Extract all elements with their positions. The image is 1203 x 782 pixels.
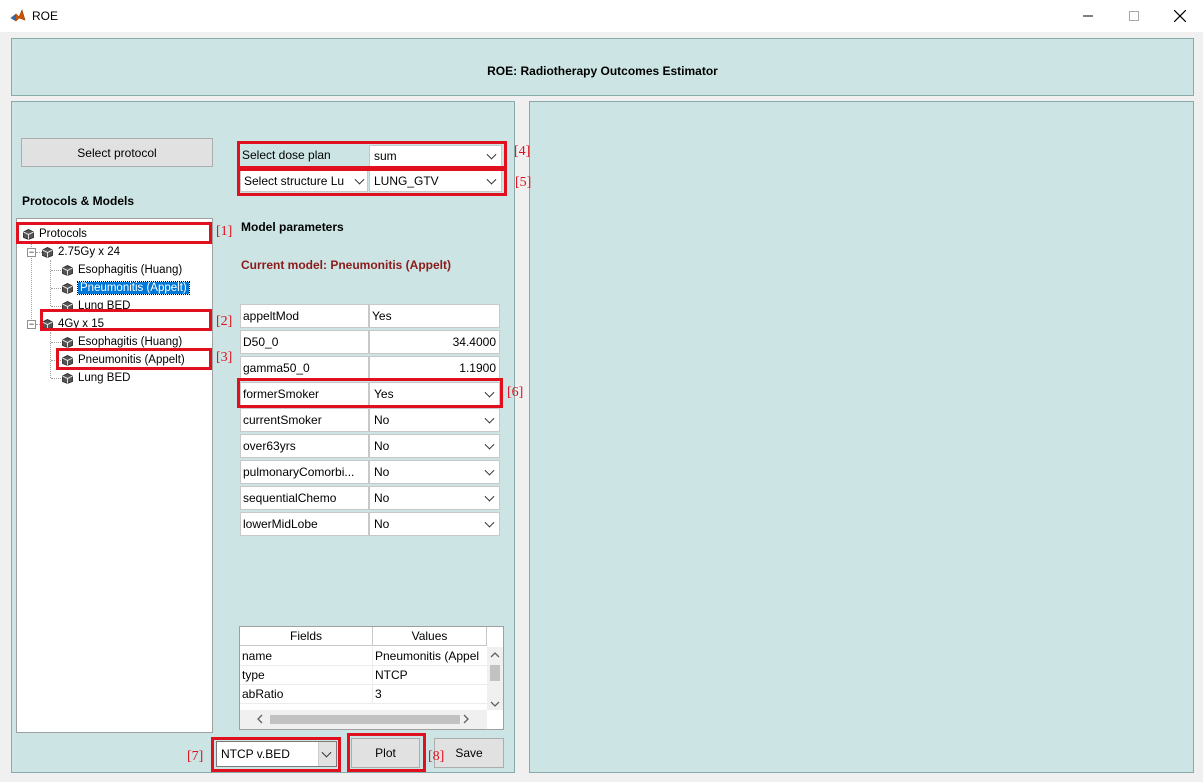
table-cell[interactable]: Pneumonitis (Appel [373, 647, 487, 666]
chevron-down-icon [484, 413, 495, 424]
param-value: No [374, 439, 390, 453]
param-name: gamma50_0 [240, 356, 369, 380]
annotation-label: [7] [187, 749, 204, 764]
chevron-down-icon [484, 465, 495, 476]
maximize-button[interactable] [1111, 0, 1157, 32]
chevron-down-icon [484, 491, 495, 502]
param-sequentialchemo-select[interactable]: No [369, 486, 500, 510]
param-d50-value[interactable]: 34.4000 [369, 330, 500, 354]
table-vertical-scrollbar[interactable] [487, 647, 503, 710]
annotation-label: [3] [216, 350, 233, 365]
app-title: ROE: Radiotherapy Outcomes Estimator [487, 64, 718, 78]
param-pulmonarycomorbidity-select[interactable]: No [369, 460, 500, 484]
param-value: No [374, 465, 390, 479]
param-name: D50_0 [240, 330, 369, 354]
current-model-label: Current model: Pneumonitis (Appelt) [241, 258, 451, 272]
param-name: lowerMidLobe [240, 512, 369, 536]
scroll-down-icon [490, 701, 500, 707]
table-header: Values [373, 627, 487, 646]
annotation-label: [1] [216, 224, 233, 239]
table-cell: type [240, 666, 373, 685]
tree-protocol-1[interactable]: 2.75Gy x 24 [42, 244, 120, 260]
annotation-box [237, 141, 507, 169]
tree-model-esophagitis-1[interactable]: Esophagitis (Huang) [62, 262, 182, 278]
annotation-label: [6] [507, 385, 524, 400]
scroll-up-icon [490, 652, 500, 658]
maximize-icon [1129, 11, 1139, 21]
annotation-label: [4] [514, 144, 531, 159]
select-protocol-button[interactable]: Select protocol [21, 138, 213, 167]
param-name: sequentialChemo [240, 486, 369, 510]
tree-model-label: Esophagitis (Huang) [78, 264, 183, 276]
table-header: Fields [240, 627, 373, 646]
annotation-box [40, 309, 212, 331]
minimize-button[interactable] [1065, 0, 1111, 32]
param-name: over63yrs [240, 434, 369, 458]
annotation-label: [2] [216, 314, 233, 329]
protocol-tree[interactable]: Protocols − 2.75Gy x 24 Esophagitis (Hua… [16, 218, 213, 733]
matlab-app-icon [10, 8, 26, 24]
annotation-box [237, 378, 503, 408]
param-lowermidlobe-select[interactable]: No [369, 512, 500, 536]
tree-model-pneumonitis-1-selected[interactable]: Pneumonitis (Appelt) [62, 280, 190, 296]
param-over63yrs-select[interactable]: No [369, 434, 500, 458]
tree-model-label: Lung BED [78, 372, 131, 384]
annotation-box [237, 168, 507, 196]
param-gamma50-value[interactable]: 1.1900 [369, 356, 500, 380]
param-name: pulmonaryComorbi... [240, 460, 369, 484]
scroll-right-icon [463, 714, 469, 724]
window-titlebar [0, 0, 1203, 32]
annotation-box [347, 733, 426, 772]
param-value: No [374, 413, 390, 427]
table-cell: name [240, 647, 373, 666]
param-value: No [374, 517, 390, 531]
table-cell[interactable]: NTCP [373, 666, 487, 685]
param-name: appeltMod [240, 304, 369, 328]
cube-icon [62, 336, 73, 348]
collapse-protocol-1-toggle[interactable]: − [27, 248, 36, 257]
plot-panel [529, 101, 1194, 773]
collapse-protocol-2-toggle[interactable]: − [27, 320, 36, 329]
param-currentsmoker-select[interactable]: No [369, 408, 500, 432]
annotation-box [56, 348, 212, 370]
tree-protocol-1-label: 2.75Gy x 24 [58, 246, 121, 258]
scroll-left-icon [257, 714, 263, 724]
tree-model-label: Esophagitis (Huang) [78, 336, 183, 348]
param-appeltmod-value[interactable]: Yes [369, 304, 500, 328]
close-icon [1174, 10, 1186, 22]
param-name: currentSmoker [240, 408, 369, 432]
window-title: ROE [32, 9, 59, 23]
model-fields-table[interactable]: Fields Values name Pneumonitis (Appel ty… [239, 626, 504, 730]
annotation-box [16, 222, 212, 244]
model-parameters-label: Model parameters [241, 220, 344, 234]
annotation-label: [5] [515, 175, 532, 190]
table-horizontal-scrollbar[interactable] [240, 710, 487, 729]
tree-model-lung-bed-2[interactable]: Lung BED [62, 370, 130, 386]
close-button[interactable] [1157, 0, 1203, 32]
table-cell: abRatio [240, 685, 373, 704]
tree-model-label: Pneumonitis (Appelt) [77, 281, 190, 295]
cube-icon [62, 264, 73, 276]
chevron-down-icon [484, 517, 495, 528]
save-button[interactable]: Save [434, 738, 504, 768]
cube-icon [42, 246, 53, 258]
minimize-icon [1083, 15, 1093, 17]
cube-icon [62, 282, 73, 294]
cube-icon [62, 372, 73, 384]
annotation-label: [8] [428, 749, 445, 764]
table-cell[interactable]: 3 [373, 685, 487, 704]
annotation-box [211, 737, 341, 772]
chevron-down-icon [484, 439, 495, 450]
param-value: No [374, 491, 390, 505]
protocols-models-label: Protocols & Models [22, 194, 135, 208]
